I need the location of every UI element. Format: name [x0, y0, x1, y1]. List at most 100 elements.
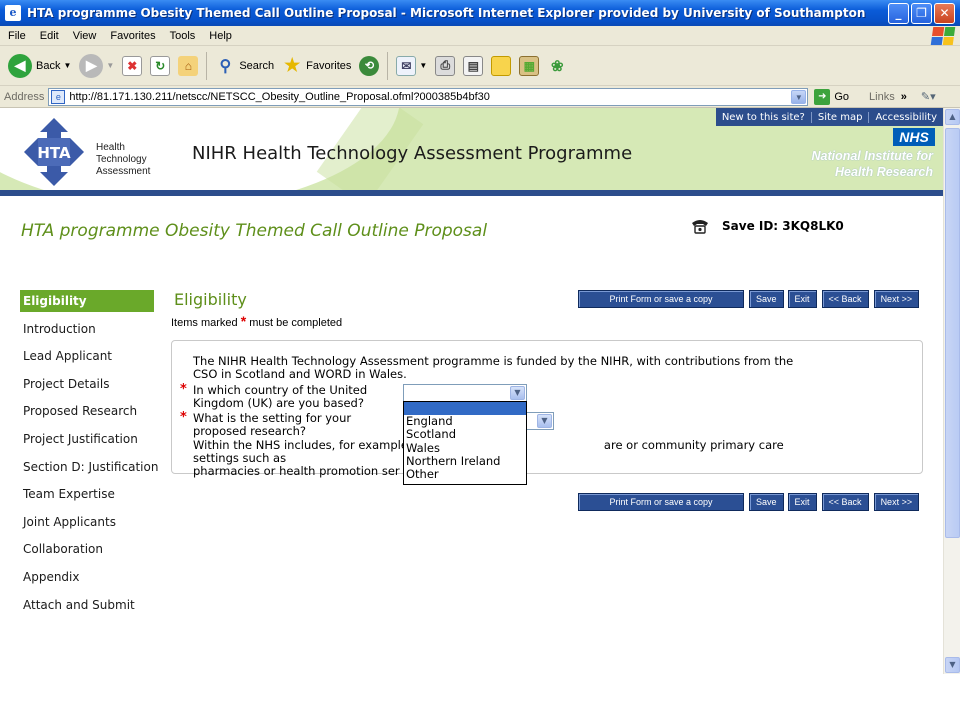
chevron-right-icon[interactable]: »	[901, 91, 907, 103]
exit-button[interactable]: Exit	[787, 493, 817, 511]
print-form-button[interactable]: Print Form or save a copy	[578, 493, 744, 511]
nav-item-lead-applicant[interactable]: Lead Applicant	[20, 345, 154, 373]
go-button[interactable]: ➜ Go	[814, 88, 850, 105]
nav-item-proposed-research[interactable]: Proposed Research	[20, 400, 154, 428]
site-header: HTA Health Technology Assessment NIHR He…	[0, 108, 943, 196]
next-page-button[interactable]: Next >>	[873, 493, 920, 511]
note-text: Within the NHS includes, for example	[193, 438, 408, 452]
scroll-down-icon[interactable]: ▼	[945, 657, 960, 673]
note-icon	[491, 55, 512, 76]
chevron-down-icon[interactable]: ▼	[510, 386, 525, 400]
dropdown-option-northern-ireland[interactable]: Northern Ireland	[404, 454, 526, 468]
country-select[interactable]: ▼	[403, 384, 527, 402]
menu-favorites[interactable]: Favorites	[103, 30, 162, 42]
question-label: In which country of the United Kingdom (…	[193, 384, 393, 410]
refresh-button[interactable]: ↻	[146, 51, 174, 81]
bookmark-tools-icon[interactable]: ✎▾	[921, 90, 936, 103]
history-icon: ⟲	[359, 55, 380, 76]
required-star: *	[180, 382, 187, 397]
close-button[interactable]: ✕	[934, 2, 955, 24]
intro-line: CSO in Scotland and WORD in Wales.	[193, 367, 407, 381]
edit-button[interactable]: ▤	[459, 51, 487, 81]
section-title: Eligibility	[174, 290, 247, 309]
logo-abbr: HTA	[37, 144, 71, 162]
menu-tools[interactable]: Tools	[163, 30, 203, 42]
save-button[interactable]: Save	[749, 493, 784, 511]
history-button[interactable]: ⟲	[355, 51, 383, 81]
stop-button[interactable]: ✖	[118, 51, 146, 81]
minimize-button[interactable]: _	[888, 2, 909, 24]
research-button[interactable]: ▦	[515, 51, 543, 81]
nav-item-appendix[interactable]: Appendix	[20, 566, 154, 594]
address-url[interactable]: http://81.171.130.211/netscc/NETSCC_Obes…	[69, 91, 490, 103]
menu-help[interactable]: Help	[202, 30, 239, 42]
required-star: *	[240, 313, 247, 329]
forward-button[interactable]: ▶ ▼	[75, 51, 118, 81]
nav-item-collaboration[interactable]: Collaboration	[20, 538, 154, 566]
go-label: Go	[834, 90, 850, 103]
nav-item-project-justification[interactable]: Project Justification	[20, 428, 154, 456]
back-button[interactable]: ◀ Back ▼	[4, 51, 75, 81]
nav-item-eligibility[interactable]: Eligibility	[20, 290, 154, 312]
back-page-button[interactable]: << Back	[821, 290, 869, 308]
question-line: Kingdom (UK) are you based?	[193, 396, 364, 410]
address-label: Address	[4, 90, 45, 103]
address-input[interactable]: e http://81.171.130.211/netscc/NETSCC_Ob…	[48, 87, 809, 106]
chevron-down-icon[interactable]: ▼	[419, 61, 427, 70]
research-icon: ▦	[519, 55, 540, 76]
eligibility-form: The NIHR Health Technology Assessment pr…	[171, 340, 923, 478]
go-arrow-icon: ➜	[814, 88, 831, 105]
nav-item-project-details[interactable]: Project Details	[20, 373, 154, 401]
menu-view[interactable]: View	[66, 30, 104, 42]
scroll-thumb[interactable]	[945, 128, 960, 538]
dropdown-option-other[interactable]: Other	[404, 467, 526, 481]
dropdown-option-wales[interactable]: Wales	[404, 441, 526, 455]
chevron-down-icon[interactable]: ▼	[106, 61, 114, 70]
mail-button[interactable]: ✉ ▼	[392, 51, 431, 81]
menu-file[interactable]: File	[0, 30, 33, 42]
scroll-up-icon[interactable]: ▲	[945, 109, 960, 125]
nihr-logo-text: National Institute for Health Research	[811, 148, 933, 180]
nav-item-section-d-justification[interactable]: Section D: Justification	[20, 456, 158, 484]
dropdown-option-scotland[interactable]: Scotland	[404, 428, 526, 441]
left-nav: Eligibility Introduction Lead Applicant …	[20, 290, 158, 622]
nav-item-team-expertise[interactable]: Team Expertise	[20, 483, 154, 511]
top-links: New to this site? Site map Accessibility	[715, 108, 943, 126]
search-button[interactable]: ⚲ Search	[211, 51, 278, 81]
links-label[interactable]: Links	[869, 91, 895, 103]
nav-item-joint-applicants[interactable]: Joint Applicants	[20, 511, 154, 539]
logo-line: Technology	[96, 154, 147, 165]
printer-icon: ⎙	[435, 55, 456, 76]
messenger-button[interactable]: ❀	[543, 51, 571, 81]
nihr-line: Health Research	[835, 165, 933, 179]
logo-line: Health	[96, 142, 125, 153]
print-form-button[interactable]: Print Form or save a copy	[578, 290, 744, 308]
link-accessibility[interactable]: Accessibility	[869, 112, 943, 123]
link-site-map[interactable]: Site map	[812, 111, 870, 123]
chevron-down-icon[interactable]: ▼	[63, 61, 71, 70]
discuss-button[interactable]	[487, 51, 515, 81]
site-title: NIHR Health Technology Assessment Progra…	[192, 143, 633, 164]
home-button[interactable]: ⌂	[174, 51, 202, 81]
ie-icon: e	[5, 5, 21, 21]
required-note-text: must be completed	[249, 317, 343, 329]
nav-item-attach-and-submit[interactable]: Attach and Submit	[20, 594, 154, 622]
maximize-button[interactable]: ❐	[911, 2, 932, 24]
mail-icon: ✉	[396, 55, 417, 76]
phone-icon	[692, 220, 708, 234]
chevron-down-icon[interactable]: ▼	[791, 89, 807, 104]
favorites-button[interactable]: ★ Favorites	[278, 51, 355, 81]
nav-item-introduction[interactable]: Introduction	[20, 318, 154, 346]
next-page-button[interactable]: Next >>	[873, 290, 920, 308]
chevron-down-icon[interactable]: ▼	[537, 414, 552, 428]
nihr-line: National Institute for	[811, 149, 933, 163]
save-button[interactable]: Save	[749, 290, 784, 308]
print-button[interactable]: ⎙	[431, 51, 459, 81]
refresh-icon: ↻	[150, 55, 171, 76]
vertical-scrollbar[interactable]: ▲ ▼	[943, 108, 960, 674]
back-page-button[interactable]: << Back	[821, 493, 869, 511]
link-new-to-site[interactable]: New to this site?	[716, 111, 812, 123]
exit-button[interactable]: Exit	[787, 290, 817, 308]
windows-logo-icon	[930, 26, 956, 45]
menu-edit[interactable]: Edit	[33, 30, 66, 42]
